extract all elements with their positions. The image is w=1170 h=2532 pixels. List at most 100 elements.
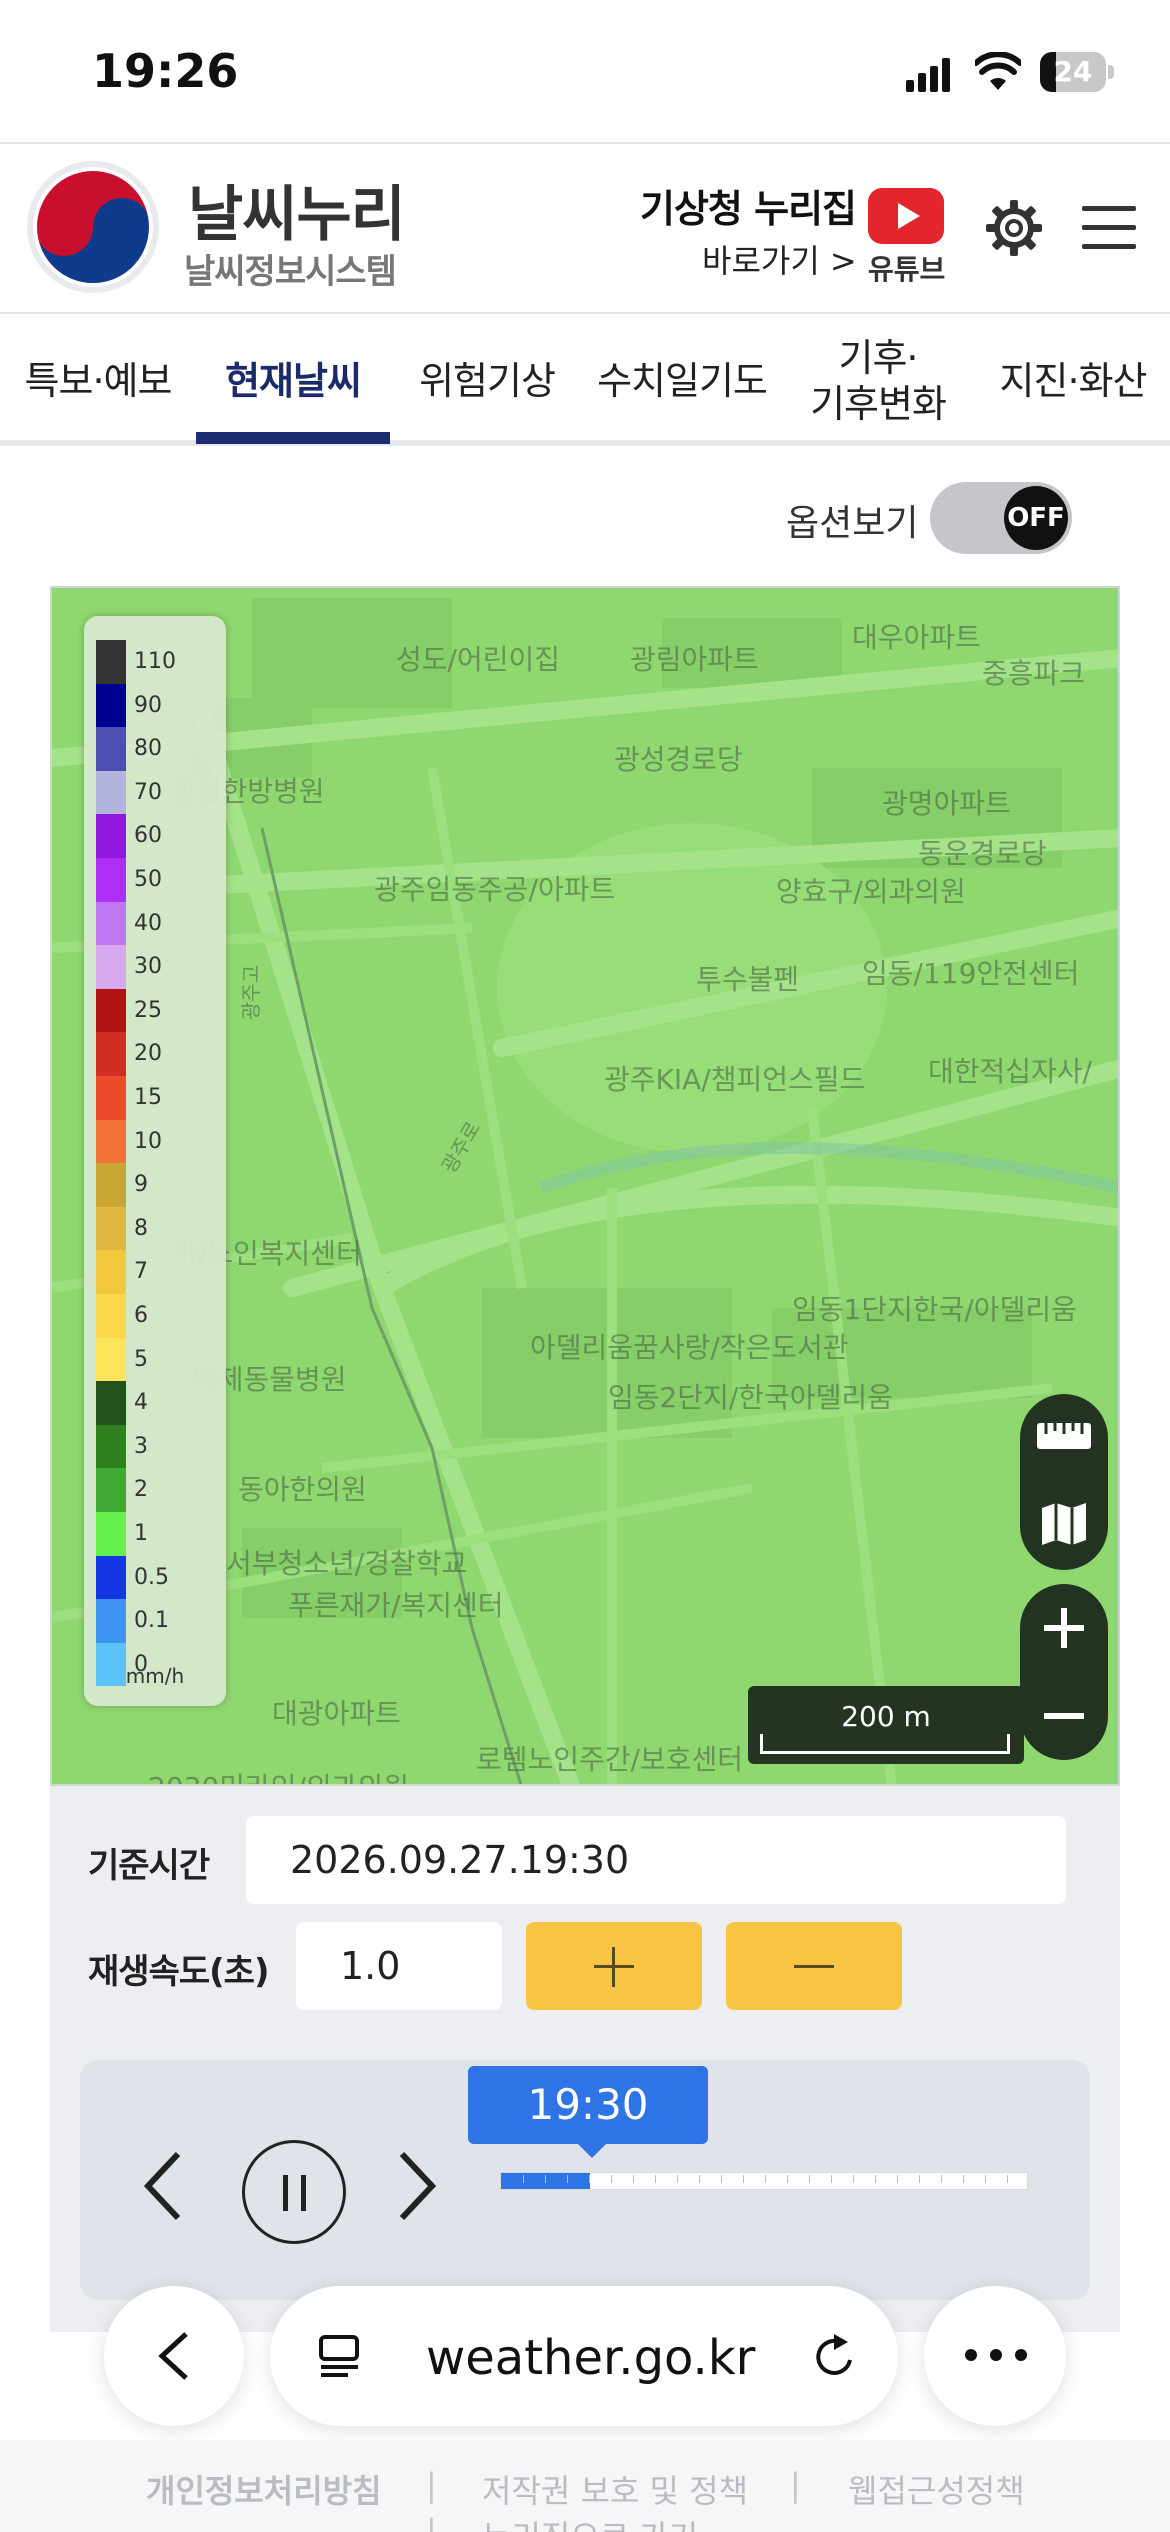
site-title[interactable]: 날씨누리 bbox=[188, 166, 406, 253]
legend-swatch bbox=[96, 1206, 126, 1251]
youtube-label[interactable]: 유튜브 bbox=[868, 248, 945, 288]
legend-row: 9 bbox=[96, 1163, 220, 1207]
map-scale-text: 200 m bbox=[841, 1700, 931, 1733]
hamburger-menu-icon[interactable] bbox=[1082, 206, 1136, 250]
map-layer-button[interactable] bbox=[1020, 1482, 1108, 1570]
pause-button[interactable] bbox=[242, 2140, 346, 2244]
legend-swatch bbox=[96, 1163, 126, 1207]
current-time-bubble: 19:30 bbox=[468, 2066, 708, 2158]
timeline-slider[interactable] bbox=[500, 2172, 1028, 2190]
timeline-tick bbox=[523, 2175, 524, 2183]
legend-row: 0.5 bbox=[96, 1555, 220, 1600]
tab-climate[interactable]: 기후· 기후변화 bbox=[780, 316, 976, 446]
legend-value: 70 bbox=[134, 779, 162, 805]
legend-value: 0.1 bbox=[134, 1608, 169, 1634]
footer-accessibility-link[interactable]: 웹접근성정책 bbox=[848, 2466, 1025, 2512]
timeline-tick bbox=[545, 2175, 546, 2183]
tab-hazard-weather[interactable]: 위험기상 bbox=[390, 316, 584, 446]
legend-row: 90 bbox=[96, 683, 220, 728]
kma-homepage-link[interactable]: 바로가기 > bbox=[702, 236, 857, 282]
legend-swatch bbox=[96, 1555, 126, 1600]
map-zoom-group bbox=[1020, 1584, 1108, 1760]
map-label: 광성경로당 bbox=[614, 743, 743, 776]
reload-icon[interactable] bbox=[810, 2332, 860, 2382]
legend-swatch bbox=[96, 727, 126, 771]
legend-value: 0.5 bbox=[134, 1564, 169, 1590]
option-view-toggle[interactable]: OFF bbox=[930, 482, 1072, 554]
timeline-tick bbox=[853, 2175, 854, 2183]
speed-decrease-button[interactable] bbox=[726, 1922, 902, 2010]
kma-homepage-title[interactable]: 기상청 누리집 bbox=[640, 178, 857, 233]
chevron-left-icon[interactable] bbox=[138, 2146, 188, 2226]
legend-value: 10 bbox=[134, 1128, 162, 1154]
speed-label: 재생속도(초) bbox=[88, 1952, 269, 1992]
timeline-player: 19:30 bbox=[80, 2060, 1090, 2300]
legend-swatch bbox=[96, 1468, 126, 1512]
legend-swatch bbox=[96, 901, 126, 946]
tab-current-weather[interactable]: 현재날씨 bbox=[196, 316, 390, 446]
legend-value: 50 bbox=[134, 867, 162, 892]
speed-increase-button[interactable] bbox=[526, 1922, 702, 2010]
timeline-tick bbox=[875, 2175, 876, 2183]
legend-value: 30 bbox=[134, 954, 162, 980]
footer-homepage-link[interactable]: 누리집으로 가기 bbox=[482, 2512, 698, 2532]
map-label: 로템노인주간/보호센터 bbox=[476, 1743, 744, 1776]
tab-numerical-chart[interactable]: 수치일기도 bbox=[584, 316, 780, 446]
address-bar[interactable]: weather.go.kr bbox=[270, 2286, 898, 2426]
footer-privacy-link[interactable]: 개인정보처리방침 bbox=[146, 2466, 382, 2512]
legend-swatch bbox=[96, 814, 126, 858]
more-dots-icon bbox=[965, 2349, 1027, 2361]
option-view-label: 옵션보기 bbox=[786, 503, 919, 544]
page-menu-icon bbox=[319, 2335, 359, 2377]
chevron-right-icon[interactable] bbox=[392, 2146, 442, 2226]
footer-copyright-link[interactable]: 저작권 보호 및 정책 bbox=[482, 2466, 748, 2512]
map-scale-bar bbox=[760, 1734, 1010, 1754]
legend-swatch bbox=[96, 1381, 126, 1425]
legend-swatch bbox=[96, 945, 126, 989]
timeline-tick bbox=[677, 2175, 678, 2183]
legend-swatch bbox=[96, 988, 126, 1033]
status-bar: 19:26 24 bbox=[0, 0, 1170, 142]
legend-row: 70 bbox=[96, 770, 220, 815]
browser-more-button[interactable] bbox=[924, 2286, 1066, 2426]
legend-value: 20 bbox=[134, 1041, 162, 1067]
legend-row: 3 bbox=[96, 1424, 220, 1469]
map-label: 양효구/외과의원 bbox=[776, 875, 966, 908]
legend-row: 2 bbox=[96, 1468, 220, 1512]
site-header: 날씨누리 날씨정보시스템 기상청 누리집 바로가기 > 유튜브 bbox=[0, 142, 1170, 314]
map-label: 대한적십자사/ bbox=[928, 1055, 1092, 1088]
map-label: 동운경로당 bbox=[918, 837, 1047, 870]
zoom-out-button[interactable] bbox=[1020, 1672, 1108, 1760]
url-text[interactable]: weather.go.kr bbox=[426, 2330, 755, 2386]
base-time-field[interactable]: 2026.09.27.19:30 bbox=[246, 1816, 1066, 1904]
legend-swatch bbox=[96, 1076, 126, 1120]
taegeuk-logo-icon[interactable] bbox=[24, 158, 162, 296]
timeline-tick bbox=[1007, 2175, 1008, 2183]
zoom-in-button[interactable] bbox=[1020, 1584, 1108, 1672]
browser-back-button[interactable] bbox=[104, 2286, 244, 2426]
map-tool-group bbox=[1020, 1394, 1108, 1570]
radar-map[interactable]: 성도/어린이집 광림아파트 대우아파트 중흥파크 광성경로당 광명아파트 성심한… bbox=[50, 586, 1120, 1786]
map-scale: 200 m bbox=[748, 1686, 1024, 1764]
timeline-tick bbox=[765, 2175, 766, 2183]
legend-swatch bbox=[96, 1424, 126, 1469]
timeline-tick bbox=[897, 2175, 898, 2183]
tab-earthquake-volcano[interactable]: 지진·화산 bbox=[976, 316, 1170, 446]
legend-row: 110 bbox=[96, 640, 220, 684]
measure-button[interactable] bbox=[1020, 1394, 1108, 1482]
legend-unit: mm/h bbox=[125, 1664, 185, 1688]
gear-icon[interactable] bbox=[984, 198, 1044, 258]
status-time: 19:26 bbox=[92, 44, 239, 98]
ruler-icon bbox=[1037, 1423, 1091, 1449]
legend-row: 60 bbox=[96, 814, 220, 858]
main-nav: 특보·예보 현재날씨 위험기상 수치일기도 기후· 기후변화 지진·화산 bbox=[0, 316, 1170, 446]
chevron-left-icon bbox=[158, 2332, 188, 2380]
legend-swatch bbox=[96, 1032, 126, 1076]
map-label: 푸른재가/복지센터 bbox=[288, 1589, 504, 1622]
map-label: 임동/119안전센터 bbox=[862, 957, 1080, 990]
tab-forecast[interactable]: 특보·예보 bbox=[0, 316, 196, 446]
timeline-tick bbox=[985, 2175, 986, 2183]
speed-input[interactable]: 1.0 bbox=[296, 1922, 502, 2010]
map-layers-icon bbox=[1042, 1503, 1086, 1545]
youtube-icon[interactable] bbox=[868, 188, 944, 244]
